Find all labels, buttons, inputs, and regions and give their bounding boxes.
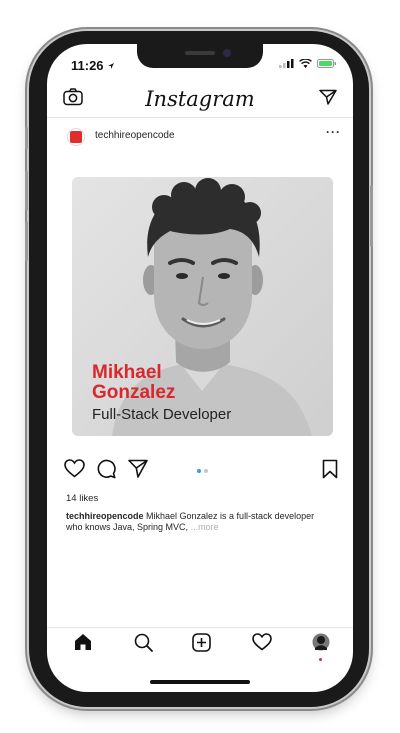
notification-dot [319,658,322,661]
search-icon[interactable] [134,633,153,652]
activity-heart-icon[interactable] [252,633,272,651]
signal-icon [279,59,294,68]
heart-icon[interactable] [64,459,85,478]
home-indicator[interactable] [150,680,250,684]
post-actions [47,459,353,483]
tabbar-divider [47,627,353,628]
wifi-icon [299,59,312,68]
post-header: techhireopencode ··· [47,124,353,152]
featured-role: Full-Stack Developer [92,406,232,423]
direct-message-icon[interactable] [319,89,337,105]
featured-name: Mikhael Gonzalez [92,362,176,403]
caption-more-link[interactable]: ...more [191,522,219,532]
share-icon[interactable] [128,459,148,478]
post-image[interactable]: Mikhael Gonzalez Full-Stack Developer [72,177,333,436]
phone-screen: 11:26 Instagram techhireopencode ··· Mik… [47,44,353,692]
carousel-dot [204,469,208,473]
status-indicators [279,59,337,68]
app-header: Instagram [47,84,353,114]
post-caption: techhireopencode Mikhael Gonzalez is a f… [66,511,328,533]
add-post-icon[interactable] [192,633,211,652]
notch [137,44,263,68]
caption-username[interactable]: techhireopencode [66,511,144,521]
post-avatar[interactable] [67,128,85,146]
likes-count[interactable]: 14 likes [66,493,98,504]
location-arrow-icon [108,63,115,69]
comment-icon[interactable] [96,459,116,479]
carousel-dot-active [197,469,201,473]
bottom-tab-bar [47,629,353,665]
profile-avatar-icon[interactable] [312,633,330,653]
more-options-icon[interactable]: ··· [326,125,341,139]
post-username[interactable]: techhireopencode [95,130,175,141]
battery-icon [317,59,336,68]
home-icon[interactable] [74,633,92,651]
instagram-logo: Instagram [145,87,255,111]
header-divider [47,117,353,118]
bookmark-icon[interactable] [322,459,338,479]
status-time: 11:26 [71,58,115,73]
